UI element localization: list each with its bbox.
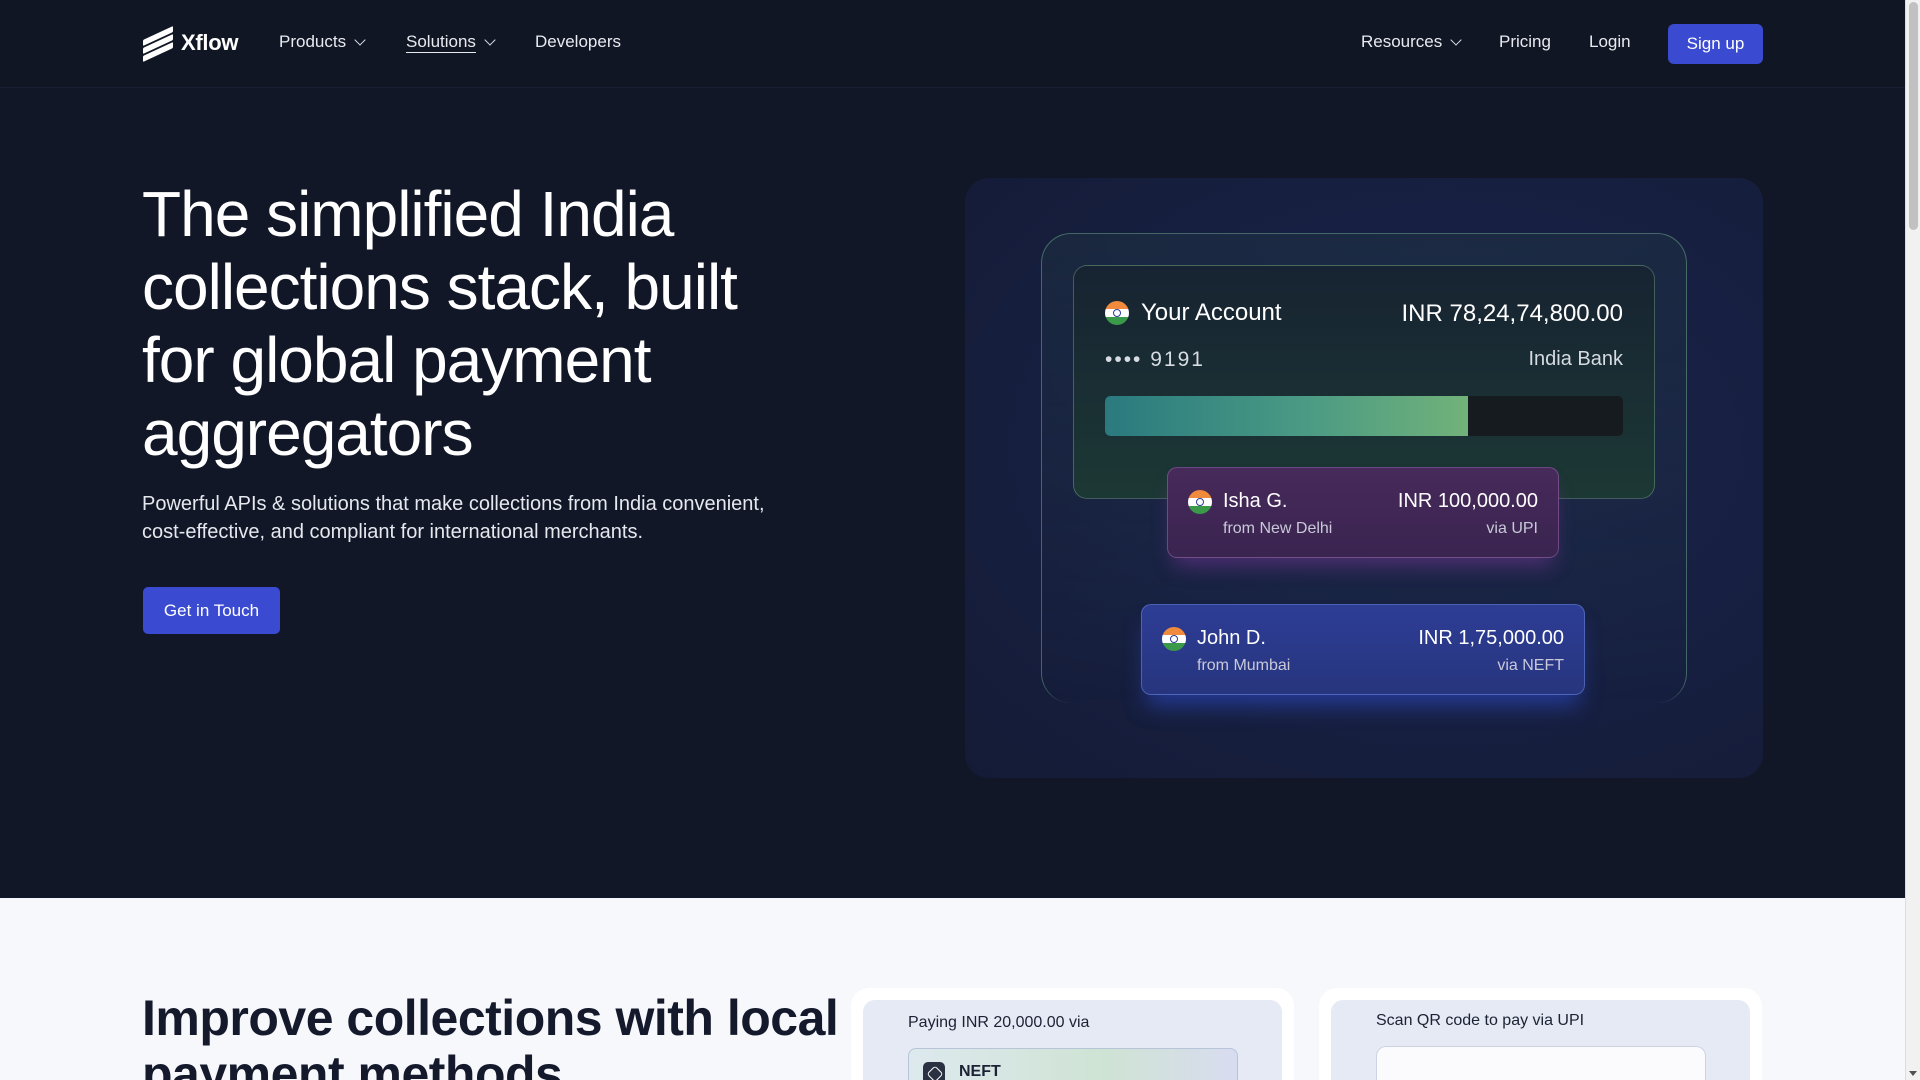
hero-illustration: Your Account INR 78,24,74,800.00 •••• 91… [965,178,1763,778]
payment-method: via UPI [1486,520,1538,537]
section-title: Improve collections with local payment m… [142,990,839,1080]
qr-code-box [1376,1046,1706,1080]
bank-transfer-icon [923,1062,945,1080]
account-progress-fill [1105,396,1468,436]
payer-name: Isha G. [1223,490,1288,512]
payer-location: from New Delhi [1223,520,1333,537]
scrollbar-thumb[interactable] [1909,2,1918,230]
vertical-scrollbar[interactable] [1905,0,1920,1080]
qr-label: Scan QR code to pay via UPI [1376,1012,1585,1029]
payment-card-isha: Isha G. from New Delhi INR 100,000.00 vi… [1167,467,1559,558]
chevron-down-icon [354,33,366,46]
neft-option[interactable]: NEFT [908,1048,1238,1080]
india-flag-icon [1105,301,1129,325]
top-navigation-bar: Xflow Products Solutions Developers Reso… [0,0,1905,88]
qr-card-inner: Scan QR code to pay via UPI [1331,1000,1750,1080]
nav-developers[interactable]: Developers [535,32,621,52]
payer-name: John D. [1197,627,1266,649]
account-number: •••• 9191 [1105,348,1205,371]
nav-solutions[interactable]: Solutions [406,32,496,52]
get-in-touch-button[interactable]: Get in Touch [143,587,280,634]
payment-amount: INR 1,75,000.00 [1418,627,1564,649]
payment-amount: INR 100,000.00 [1397,490,1538,512]
nav-login[interactable]: Login [1589,32,1631,52]
nav-login-label: Login [1589,32,1631,51]
hero-title: The simplified India collections stack, … [142,178,738,469]
payment-methods-section: Improve collections with local payment m… [0,898,1905,1080]
nav-resources[interactable]: Resources [1361,32,1462,52]
xflow-logo[interactable]: Xflow [143,26,239,62]
account-bank: India Bank [1528,348,1623,370]
account-card: Your Account INR 78,24,74,800.00 •••• 91… [1073,265,1655,499]
nav-products-label: Products [279,32,347,51]
account-header: Your Account [1105,299,1282,327]
account-balance: INR 78,24,74,800.00 [1401,300,1624,327]
neft-card-inner: Paying INR 20,000.00 via NEFT [863,1000,1282,1080]
account-title: Your Account [1141,299,1282,326]
account-progress-bar [1105,396,1623,436]
nav-resources-label: Resources [1361,32,1443,51]
payment-card-john: John D. from Mumbai INR 1,75,000.00 via … [1141,604,1585,695]
hero-subtitle: Powerful APIs & solutions that make coll… [142,493,765,543]
india-flag-icon [1162,627,1186,651]
nav-pricing[interactable]: Pricing [1499,32,1551,52]
page: Xflow Products Solutions Developers Reso… [0,0,1905,1080]
neft-payment-card: Paying INR 20,000.00 via NEFT [851,988,1294,1080]
nav-solutions-label: Solutions [406,32,476,51]
nav-developers-label: Developers [535,32,621,51]
neft-option-label: NEFT [959,1063,1001,1080]
scroll-down-arrow-icon[interactable] [1909,1071,1917,1076]
nav-products[interactable]: Products [279,32,366,52]
signup-button[interactable]: Sign up [1668,24,1763,64]
chevron-down-icon [484,33,496,46]
upi-qr-card: Scan QR code to pay via UPI [1319,988,1762,1080]
payer-location: from Mumbai [1197,657,1291,674]
payment-method: via NEFT [1497,657,1564,674]
xflow-logo-icon [143,26,173,62]
india-flag-icon [1188,490,1212,514]
chevron-down-icon [1450,33,1462,46]
logo-text: Xflow [181,30,239,55]
nav-pricing-label: Pricing [1499,32,1551,51]
paying-label: Paying INR 20,000.00 via [908,1014,1090,1031]
